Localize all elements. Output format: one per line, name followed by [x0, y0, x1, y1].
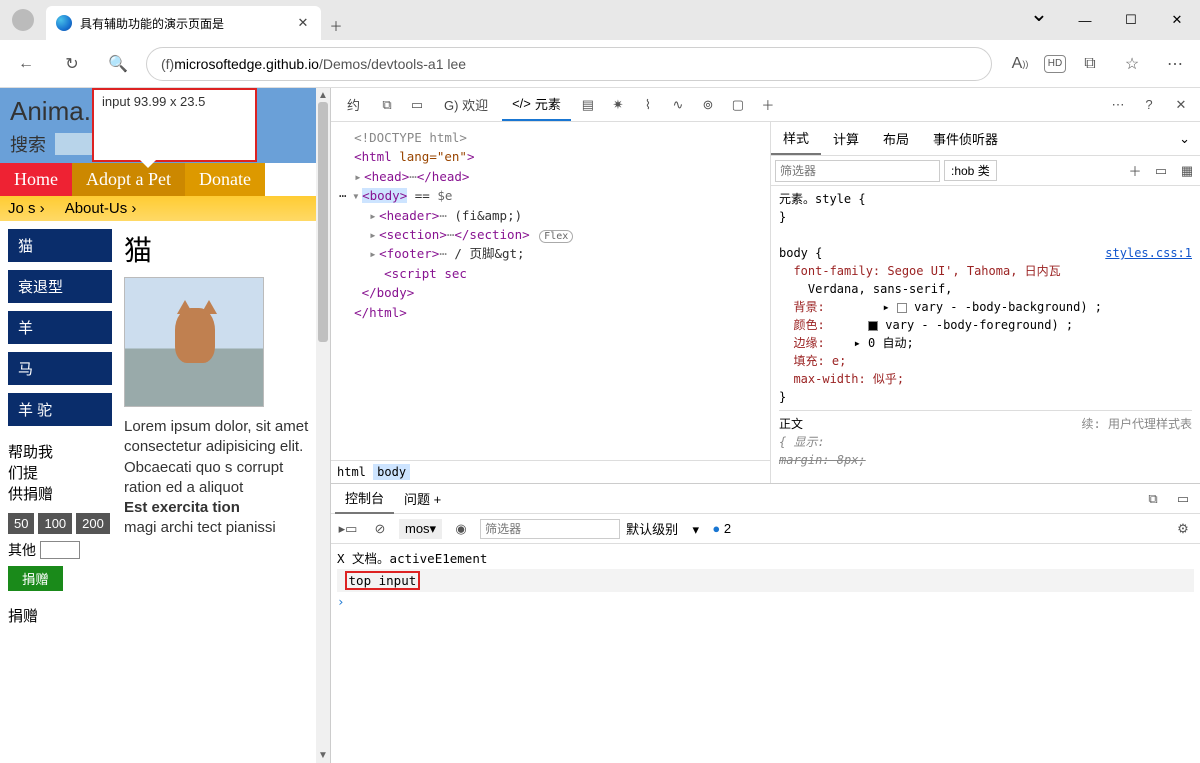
console-tab[interactable]: 控制台	[335, 483, 394, 514]
css-rules[interactable]: 元素。style { } styles.css:1body { font-fam…	[771, 186, 1200, 483]
chevron-down-icon[interactable]	[1016, 0, 1062, 40]
amount-200[interactable]: 200	[76, 513, 110, 534]
console-toggle-icon[interactable]: ▸▭	[335, 516, 361, 542]
issues-tab[interactable]: 问题 +	[394, 484, 451, 513]
memory-icon[interactable]: ⊚	[695, 92, 721, 118]
layout-tab[interactable]: 布局	[871, 123, 921, 154]
amount-50[interactable]: 50	[8, 513, 34, 534]
nav-secondary: Jo s › About-Us ›	[0, 196, 316, 221]
tooltip-text: input 93.99 x 23.5	[102, 94, 205, 109]
dock-icon[interactable]: ⧉	[374, 92, 400, 118]
css-link[interactable]: styles.css:1	[1105, 244, 1192, 262]
nav-adopt[interactable]: Adopt a Pet	[72, 163, 185, 196]
new-rule-icon[interactable]: ＋	[1122, 161, 1148, 180]
lorem-text: Lorem ipsum dolor, sit amet consectetur …	[124, 417, 312, 539]
refresh-button[interactable]: ↻	[54, 46, 90, 82]
dt-elements-tab[interactable]: </>元素	[502, 88, 571, 121]
dt-close-icon[interactable]: ✕	[1168, 92, 1194, 118]
computed-tab[interactable]: 计算	[821, 123, 871, 154]
console-row-2: top input	[337, 569, 1194, 592]
sidebar-item-horse[interactable]: 马	[8, 352, 112, 385]
nav-about[interactable]: About-Us ›	[65, 200, 137, 217]
footer-donate: 捐赠	[8, 605, 112, 626]
inspect-tooltip: input 93.99 x 23.5	[92, 88, 257, 162]
close-window-button[interactable]: ✕	[1154, 0, 1200, 40]
other-input[interactable]	[40, 541, 80, 559]
hd-icon[interactable]: HD	[1044, 55, 1066, 73]
console-output[interactable]: X 文档。activeE1ement top input ›	[331, 544, 1200, 763]
add-panel-icon[interactable]: ＋	[755, 92, 781, 118]
sidebar-item-sheep[interactable]: 羊	[8, 311, 112, 344]
level-dropdown[interactable]: 默认级别 ▾	[626, 519, 699, 538]
donate-button[interactable]: 捐赠	[8, 566, 63, 591]
context-dropdown[interactable]: mos▾	[399, 519, 442, 539]
nav-home[interactable]: Home	[0, 163, 72, 196]
message-count[interactable]: ● 2	[705, 521, 731, 536]
console-icon[interactable]: ▤	[575, 92, 601, 118]
tab-title: 具有辅助功能的演示页面是	[80, 15, 287, 32]
console-settings-icon[interactable]: ⚙	[1170, 516, 1196, 542]
styles-tab[interactable]: 样式	[771, 122, 821, 155]
nav-donate[interactable]: Donate	[185, 163, 265, 196]
minimize-button[interactable]: —	[1062, 0, 1108, 40]
flex-icon[interactable]: ▦	[1174, 163, 1200, 179]
edge-icon	[56, 15, 72, 31]
help-icon[interactable]: ?	[1136, 92, 1162, 118]
styles-filter-input[interactable]	[775, 160, 940, 182]
more-icon[interactable]: ⋯	[1156, 46, 1192, 82]
nav-jos[interactable]: Jo s ›	[8, 200, 45, 217]
read-aloud-icon[interactable]: A))	[1002, 46, 1038, 82]
address-bar[interactable]: (f) microsoftedge.github.io /Demos/devto…	[146, 47, 992, 81]
nav-primary: Home Adopt a Pet Donate	[0, 163, 316, 196]
toggle-icon[interactable]: ▭	[1148, 163, 1174, 179]
live-expr-icon[interactable]: ◉	[448, 516, 474, 542]
dom-breadcrumb[interactable]: html body	[331, 460, 770, 483]
url-path: /Demos/devtools-a1 lee	[319, 56, 466, 72]
page-heading: 猫	[124, 229, 312, 269]
console-dock-icon[interactable]: ▭	[1170, 486, 1196, 512]
close-icon[interactable]: ✕	[295, 15, 311, 31]
maximize-button[interactable]: ☐	[1108, 0, 1154, 40]
favorite-icon[interactable]: ☆	[1114, 46, 1150, 82]
other-label: 其他	[8, 540, 36, 560]
sidebar-item-alpaca[interactable]: 羊 驼	[8, 393, 112, 426]
amount-100[interactable]: 100	[38, 513, 72, 534]
sidebar-item-2[interactable]: 衰退型	[8, 270, 112, 303]
expand-icon[interactable]: ⌄	[1169, 131, 1200, 147]
console-prompt[interactable]: ›	[337, 592, 1194, 611]
sources-icon[interactable]: ✷	[605, 92, 631, 118]
help-text: 帮助我 们提 供捐赠	[8, 442, 112, 505]
browser-tab[interactable]: 具有辅助功能的演示页面是 ✕	[46, 6, 321, 40]
console-row-1: X 文档。activeE1ement	[337, 546, 1194, 569]
scrollbar[interactable]: ▲ ▼	[316, 88, 330, 763]
url-prefix: (f)	[161, 56, 174, 72]
back-button[interactable]: ←	[8, 46, 44, 82]
cat-image	[124, 277, 264, 407]
console-filter-input[interactable]	[480, 519, 620, 539]
profile-avatar[interactable]	[12, 9, 34, 31]
search-button[interactable]: 🔍	[100, 46, 136, 82]
dom-tree[interactable]: <!DOCTYPE html> <html lang="en"> ▸<head>…	[331, 122, 770, 460]
perf-icon[interactable]: ∿	[665, 92, 691, 118]
hov-button[interactable]: :hob 类	[944, 160, 997, 181]
network-icon[interactable]: ⌇	[635, 92, 661, 118]
dt-more-icon[interactable]: ⋯	[1104, 92, 1130, 118]
console-sidebar-icon[interactable]: ⧉	[1140, 486, 1166, 512]
console-clear-icon[interactable]: ⊘	[367, 516, 393, 542]
dt-welcome[interactable]: G) 欢迎	[434, 89, 498, 120]
reader-icon[interactable]: ⧉	[1072, 46, 1108, 82]
dt-approx[interactable]: 约	[337, 89, 370, 120]
device-icon[interactable]: ▭	[404, 92, 430, 118]
sidebar-item-cat[interactable]: 猫	[8, 229, 112, 262]
search-label: 搜索	[10, 131, 46, 157]
app-icon[interactable]: ▢	[725, 92, 751, 118]
url-host: microsoftedge.github.io	[174, 56, 319, 72]
new-tab-button[interactable]: ＋	[321, 10, 351, 40]
listeners-tab[interactable]: 事件侦听器	[921, 123, 1010, 154]
